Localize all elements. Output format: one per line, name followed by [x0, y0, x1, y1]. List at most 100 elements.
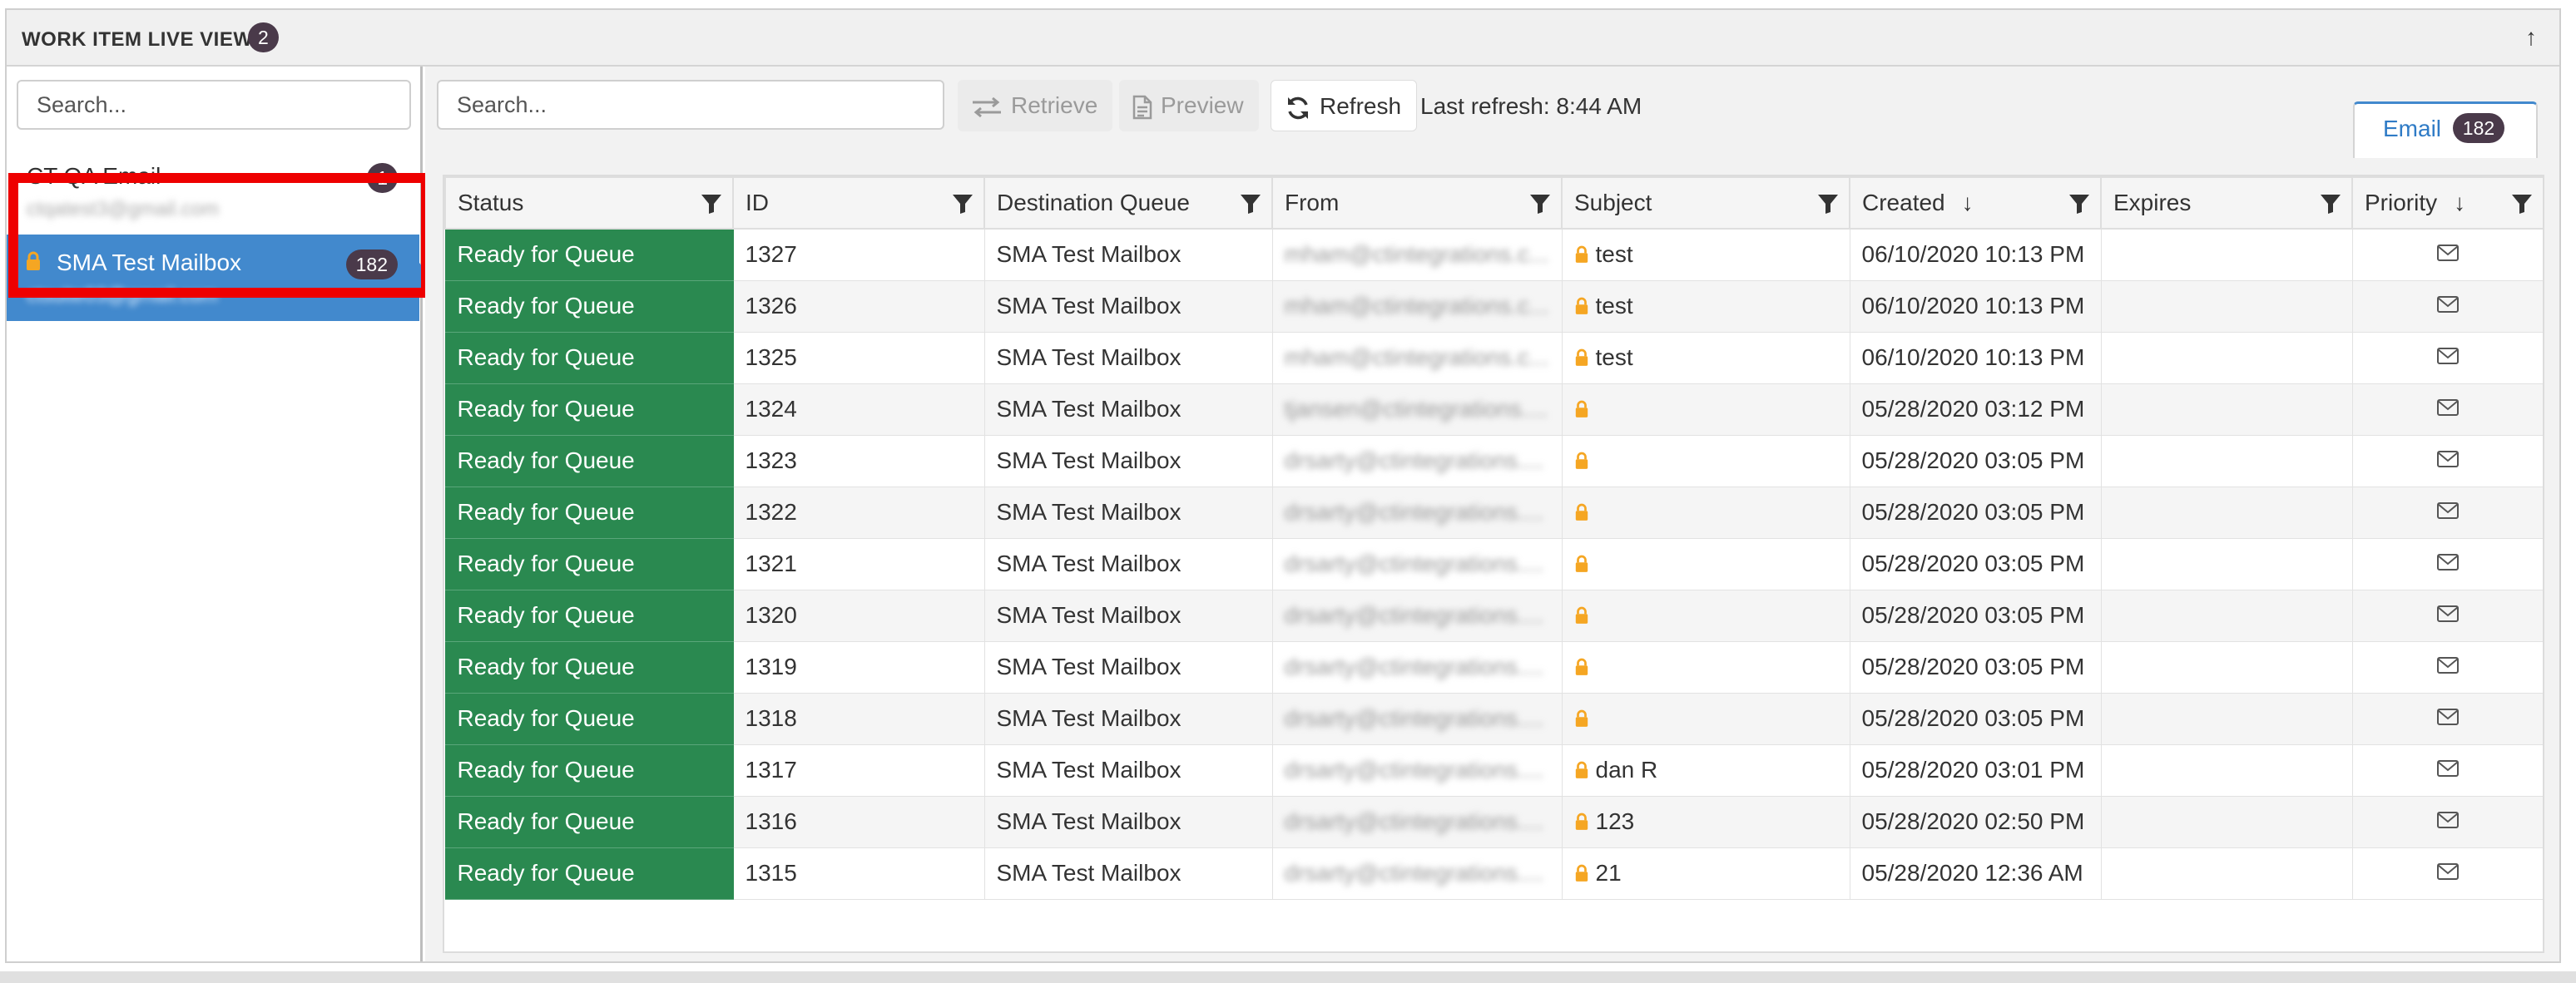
lock-icon [1575, 452, 1588, 469]
window-bottom-edge [0, 971, 2576, 983]
table-row[interactable]: Ready for Queue 1320 SMA Test Mailbox drsar… [444, 589, 2543, 642]
collapse-arrow-icon[interactable]: ↑ [2518, 24, 2544, 51]
refresh-icon [1288, 96, 1308, 119]
created-cell: 06/10/2020 10:13 PM [1849, 279, 2102, 333]
from-cell: drsarty@ctintegrations.... [1271, 589, 1563, 642]
lock-icon [1575, 813, 1588, 830]
preview-button[interactable]: Preview [1119, 80, 1259, 131]
filter-icon[interactable] [1529, 193, 1551, 220]
queue-cell: SMA Test Mailbox [983, 486, 1273, 539]
column-label: Status [458, 190, 524, 215]
id-cell: 1315 [732, 847, 985, 900]
from-cell: mham@ctintegrations.c... [1271, 279, 1563, 333]
id-cell: 1318 [732, 692, 985, 745]
queue-cell: SMA Test Mailbox [983, 640, 1273, 694]
grid-body: Ready for Queue 1327 SMA Test Mailbox mham@… [444, 228, 2543, 900]
work-items-grid: Status ID Destination Queue From Subject… [443, 175, 2544, 953]
priority-cell [2351, 795, 2543, 848]
filter-icon[interactable] [2320, 193, 2341, 220]
panel-count-badge: 2 [248, 22, 279, 52]
envelope-icon [2436, 551, 2460, 576]
subject-cell [1561, 537, 1850, 590]
column-header-subject[interactable]: Subject [1561, 176, 1850, 230]
panel-header: WORK ITEM LIVE VIEW 2 ↑ [7, 10, 2559, 67]
column-header-expires[interactable]: Expires [2100, 176, 2353, 230]
status-cell: Ready for Queue [444, 795, 734, 848]
refresh-button[interactable]: Refresh [1271, 80, 1418, 131]
expires-cell [2100, 847, 2353, 900]
created-cell: 05/28/2020 02:50 PM [1849, 795, 2102, 848]
from-address: drsarty@ctintegrations.... [1284, 602, 1544, 628]
priority-cell [2351, 331, 2543, 384]
work-item-search-input[interactable]: Search... [437, 80, 944, 130]
work-item-live-view-panel: WORK ITEM LIVE VIEW 2 ↑ Search... CT QA … [5, 8, 2561, 963]
column-header-created[interactable]: Created ↓ [1849, 176, 2102, 230]
status-cell: Ready for Queue [444, 279, 734, 333]
envelope-icon [2436, 860, 2460, 886]
table-row[interactable]: Ready for Queue 1319 SMA Test Mailbox drsar… [444, 640, 2543, 694]
column-label: ID [746, 190, 769, 215]
table-row[interactable]: Ready for Queue 1322 SMA Test Mailbox drsar… [444, 486, 2543, 539]
expires-cell [2100, 743, 2353, 797]
lock-icon [1575, 555, 1588, 572]
priority-cell [2351, 640, 2543, 694]
envelope-icon [2436, 499, 2460, 525]
lock-icon [1575, 245, 1588, 264]
status-cell: Ready for Queue [444, 537, 734, 590]
table-row[interactable]: Ready for Queue 1316 SMA Test Mailbox drsar… [444, 795, 2543, 848]
created-cell: 05/28/2020 03:05 PM [1849, 640, 2102, 694]
lock-icon [1575, 297, 1588, 314]
filter-icon[interactable] [952, 193, 973, 220]
highlight-box [8, 173, 431, 298]
table-row[interactable]: Ready for Queue 1315 SMA Test Mailbox drsar… [444, 847, 2543, 900]
expires-cell [2100, 279, 2353, 333]
status-cell: Ready for Queue [444, 486, 734, 539]
filter-icon[interactable] [2511, 193, 2533, 220]
created-cell: 05/28/2020 03:05 PM [1849, 537, 2102, 590]
expires-cell [2100, 486, 2353, 539]
tab-email[interactable]: Email 182 [2353, 101, 2538, 158]
retrieve-label: Retrieve [1011, 92, 1098, 118]
table-row[interactable]: Ready for Queue 1327 SMA Test Mailbox mham@… [444, 228, 2543, 281]
subject-cell [1561, 692, 1850, 745]
table-row[interactable]: Ready for Queue 1321 SMA Test Mailbox drsar… [444, 537, 2543, 590]
from-address: drsarty@ctintegrations.... [1284, 860, 1544, 886]
from-cell: drsarty@ctintegrations.... [1271, 486, 1563, 539]
subject-cell: 21 [1561, 847, 1850, 900]
filter-icon[interactable] [1240, 193, 1261, 220]
mailbox-search-input[interactable]: Search... [17, 80, 411, 130]
table-row[interactable]: Ready for Queue 1326 SMA Test Mailbox mham@… [444, 279, 2543, 333]
table-row[interactable]: Ready for Queue 1325 SMA Test Mailbox mham@… [444, 331, 2543, 384]
subject-cell [1561, 640, 1850, 694]
column-header-from[interactable]: From [1271, 176, 1563, 230]
subject-cell: test [1561, 279, 1850, 333]
filter-icon[interactable] [1817, 193, 1839, 220]
column-header-destination-queue[interactable]: Destination Queue [983, 176, 1273, 230]
queue-cell: SMA Test Mailbox [983, 692, 1273, 745]
filter-icon[interactable] [701, 193, 722, 220]
envelope-icon [2436, 241, 2460, 267]
from-cell: drsarty@ctintegrations.... [1271, 537, 1563, 590]
subject-text: test [1595, 241, 1633, 268]
envelope-icon [2436, 654, 2460, 679]
subject-cell: 123 [1561, 795, 1850, 848]
column-header-id[interactable]: ID [732, 176, 985, 230]
filter-icon[interactable] [2068, 193, 2090, 220]
retrieve-button[interactable]: Retrieve [958, 80, 1113, 131]
from-address: mham@ctintegrations.c... [1284, 344, 1549, 370]
from-address: drsarty@ctintegrations.... [1284, 757, 1544, 783]
lock-icon [1575, 864, 1588, 882]
from-cell: drsarty@ctintegrations.... [1271, 434, 1563, 487]
expires-cell [2100, 331, 2353, 384]
table-row[interactable]: Ready for Queue 1318 SMA Test Mailbox drsar… [444, 692, 2543, 745]
envelope-icon [2436, 344, 2460, 370]
column-header-status[interactable]: Status [444, 176, 734, 230]
grid-header-row: Status ID Destination Queue From Subject… [444, 176, 2543, 230]
column-label: Created [1862, 190, 1945, 215]
lock-icon [1575, 503, 1588, 521]
column-header-priority[interactable]: Priority ↓ [2351, 176, 2543, 230]
table-row[interactable]: Ready for Queue 1317 SMA Test Mailbox drsar… [444, 743, 2543, 797]
table-row[interactable]: Ready for Queue 1323 SMA Test Mailbox drsar… [444, 434, 2543, 487]
table-row[interactable]: Ready for Queue 1324 SMA Test Mailbox tjans… [444, 383, 2543, 436]
subject-cell [1561, 486, 1850, 539]
